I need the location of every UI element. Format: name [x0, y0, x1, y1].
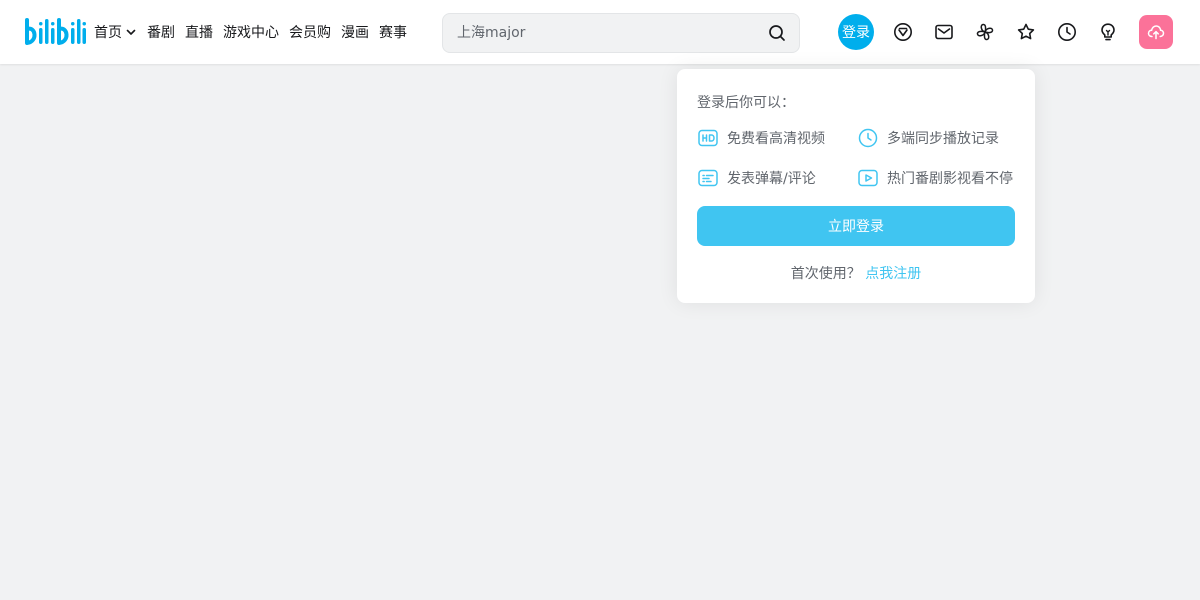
bilibili-logo[interactable] — [24, 16, 86, 46]
search-input[interactable] — [457, 25, 767, 41]
search-icon — [769, 25, 785, 41]
benefit-label: 热门番剧影视看不停 — [887, 171, 1013, 187]
history-button[interactable] — [1056, 21, 1078, 43]
benefit-label: 免费看高清视频 — [727, 131, 825, 147]
upload-button[interactable] — [1139, 15, 1173, 49]
login-avatar-button[interactable]: 登录 — [838, 14, 874, 50]
play-icon — [858, 169, 878, 187]
chevron-down-icon — [126, 29, 136, 35]
benefit-item: 免费看高清视频 — [697, 127, 825, 149]
nav-game-center-label: 游戏中心 — [223, 25, 279, 41]
nav-esports[interactable]: 赛事 — [379, 22, 407, 42]
login-now-button[interactable]: 立即登录 — [697, 206, 1015, 246]
register-link[interactable]: 点我注册 — [865, 266, 921, 282]
login-avatar-label: 登录 — [842, 25, 870, 41]
creation-button[interactable] — [1097, 21, 1119, 43]
favorite-button[interactable] — [1015, 21, 1037, 43]
nav-manga[interactable]: 漫画 — [341, 22, 369, 42]
nav-manga-label: 漫画 — [341, 25, 369, 41]
benefit-item: 发表弹幕/评论 — [697, 167, 816, 189]
nav-live-label: 直播 — [185, 25, 213, 41]
clock-icon — [858, 128, 878, 148]
register-prompt: 首次使用？ 点我注册 — [677, 263, 1035, 283]
main-nav: 首页 番剧 直播 游戏中心 会员购 漫画 赛事 — [94, 0, 417, 64]
dynamic-icon — [976, 23, 994, 41]
register-prompt-text: 首次使用？ — [790, 266, 861, 282]
nav-home-label: 首页 — [94, 25, 122, 41]
nav-anime[interactable]: 番剧 — [147, 22, 175, 42]
danmaku-icon — [698, 169, 718, 187]
nav-mall-label: 会员购 — [289, 25, 331, 41]
vip-button[interactable] — [892, 21, 914, 43]
nav-anime-label: 番剧 — [147, 25, 175, 41]
history-icon — [1058, 23, 1076, 41]
popover-title: 登录后你可以： — [697, 95, 795, 111]
benefit-label: 发表弹幕/评论 — [727, 171, 816, 187]
creation-icon — [1101, 23, 1115, 41]
benefit-label: 多端同步播放记录 — [887, 131, 999, 147]
benefit-item: 热门番剧影视看不停 — [857, 167, 1013, 189]
message-button[interactable] — [933, 21, 955, 43]
nav-home[interactable]: 首页 — [94, 22, 137, 42]
hd-icon — [698, 129, 718, 147]
search-button[interactable] — [767, 23, 787, 43]
dynamic-button[interactable] — [974, 21, 996, 43]
upload-icon — [1147, 25, 1165, 40]
top-header: 首页 番剧 直播 游戏中心 会员购 漫画 赛事 登录 — [0, 0, 1200, 64]
vip-icon — [894, 23, 912, 41]
message-icon — [935, 24, 953, 40]
nav-live[interactable]: 直播 — [185, 22, 213, 42]
login-popover: 登录后你可以： 免费看高清视频 多端同步播放记录 发表弹幕/评论 热门番剧影视看… — [677, 69, 1035, 303]
search-bar — [442, 13, 800, 53]
nav-esports-label: 赛事 — [379, 25, 407, 41]
nav-game-center[interactable]: 游戏中心 — [223, 22, 279, 42]
favorite-icon — [1017, 23, 1035, 40]
nav-mall[interactable]: 会员购 — [289, 22, 331, 42]
benefit-item: 多端同步播放记录 — [857, 127, 999, 149]
